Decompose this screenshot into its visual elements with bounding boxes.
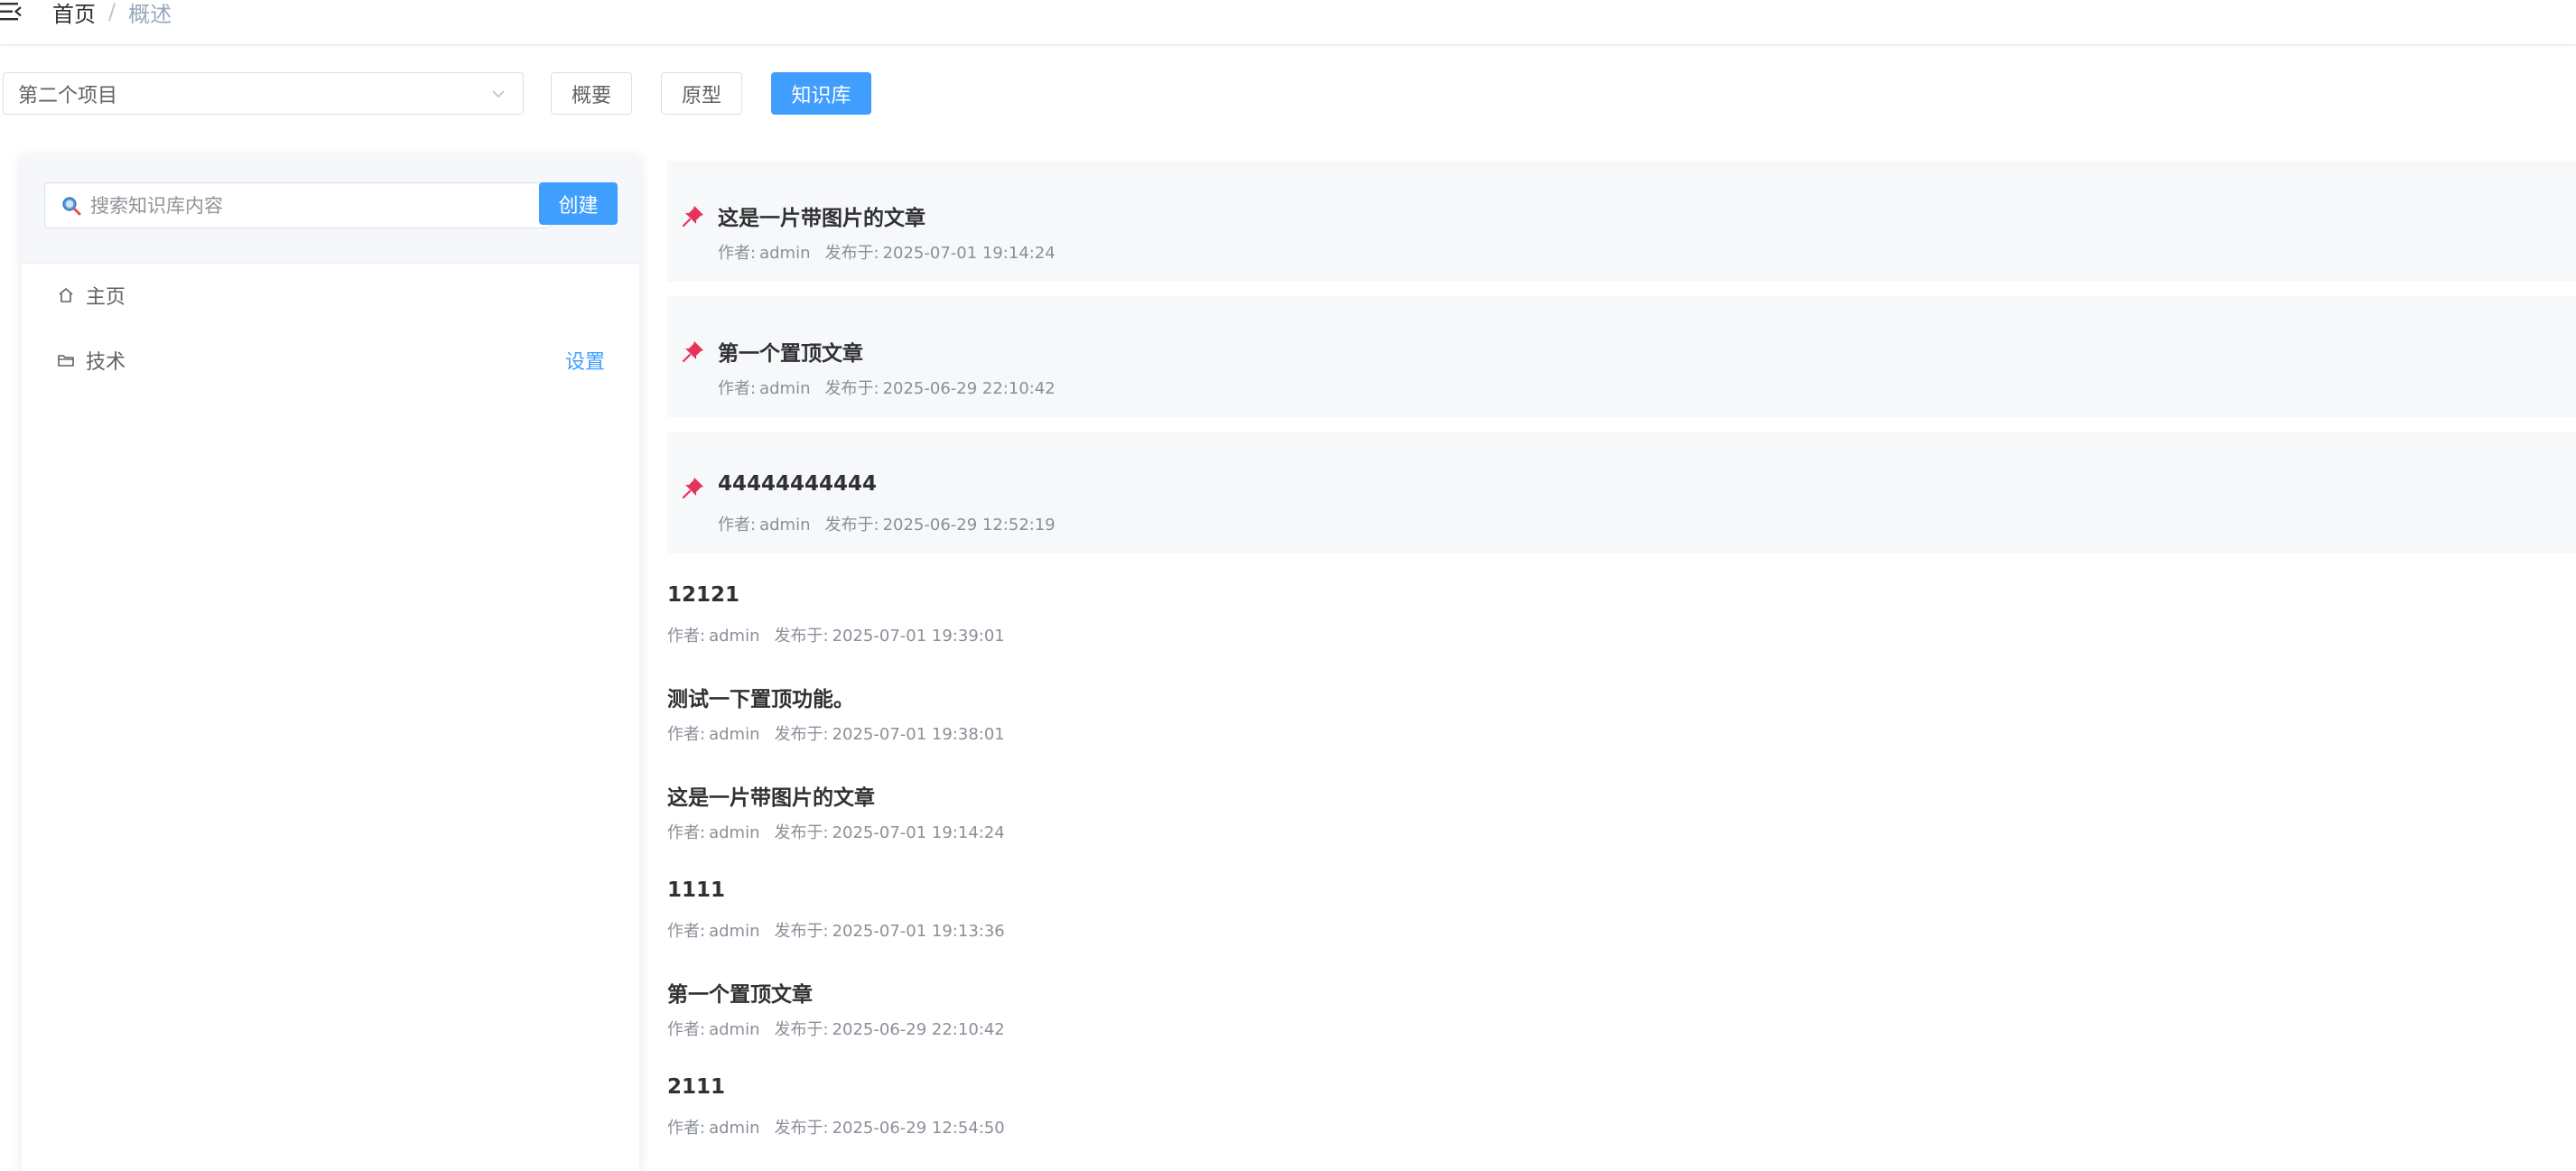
author-label: 作者: xyxy=(667,725,706,744)
settings-link[interactable]: 设置 xyxy=(565,346,605,375)
search-input[interactable] xyxy=(88,193,522,218)
prototype-button[interactable]: 原型 xyxy=(661,72,742,115)
pinned-article[interactable]: 这是一片带图片的文章 作者: admin 发布于: 2025-07-01 19:14:… xyxy=(667,161,2576,282)
author-label: 作者: xyxy=(667,1119,706,1138)
article-date: 2025-06-29 22:10:42 xyxy=(882,379,1056,398)
article-meta: 作者: admin 发布于: 2025-06-29 22:10:42 xyxy=(667,1017,1005,1040)
article-date: 2025-06-29 22:10:42 xyxy=(832,1020,1005,1039)
article-date: 2025-07-01 19:38:01 xyxy=(832,725,1005,744)
pin-icon xyxy=(682,341,703,363)
article-author: admin xyxy=(709,1119,760,1138)
sidebar-header: 创建 xyxy=(22,155,639,264)
pin-icon xyxy=(682,478,703,499)
article-title[interactable]: 这是一片带图片的文章 xyxy=(718,200,925,231)
knowledge-base-button[interactable]: 知识库 xyxy=(771,72,871,115)
sidebar-item-home[interactable]: 主页 xyxy=(22,268,639,322)
article-date: 2025-07-01 19:39:01 xyxy=(832,627,1005,646)
author-label: 作者: xyxy=(667,823,706,842)
chevron-down-icon xyxy=(492,90,505,98)
article-item[interactable]: 2111 作者: admin 发布于: 2025-06-29 12:54:50 xyxy=(667,1075,1751,1158)
breadcrumb: 首页 / 概述 xyxy=(52,0,172,27)
knowledge-sidebar: 创建 主页 技术 设置 xyxy=(22,155,639,1171)
article-title[interactable]: 第一个置顶文章 xyxy=(667,977,813,1008)
article-item[interactable]: 1111 作者: admin 发布于: 2025-07-01 19:13:36 xyxy=(667,878,1751,962)
article-meta: 作者: admin 发布于: 2025-07-01 19:14:24 xyxy=(667,820,1005,843)
article-date: 2025-07-01 19:14:24 xyxy=(882,244,1056,263)
article-title[interactable]: 这是一片带图片的文章 xyxy=(667,780,875,811)
published-label: 发布于: xyxy=(774,725,829,744)
article-meta: 作者: admin 发布于: 2025-07-01 19:13:36 xyxy=(667,918,1005,942)
project-select[interactable]: 第二个项目 xyxy=(3,72,524,115)
published-label: 发布于: xyxy=(774,1119,829,1138)
article-meta: 作者: admin 发布于: 2025-06-29 12:54:50 xyxy=(667,1115,1005,1138)
article-meta: 作者: admin 发布于: 2025-06-29 12:52:19 xyxy=(718,512,1056,535)
article-meta: 作者: admin 发布于: 2025-07-01 19:38:01 xyxy=(667,721,1005,745)
article-author: admin xyxy=(709,1020,760,1039)
article-meta: 作者: admin 发布于: 2025-07-01 19:39:01 xyxy=(667,623,1005,646)
article-title[interactable]: 1111 xyxy=(667,878,725,902)
project-select-value: 第二个项目 xyxy=(18,84,118,107)
published-label: 发布于: xyxy=(774,1020,829,1039)
overview-button[interactable]: 概要 xyxy=(551,72,632,115)
search-icon xyxy=(62,196,81,215)
article-title[interactable]: 44444444444 xyxy=(718,472,877,496)
published-label: 发布于: xyxy=(774,823,829,842)
article-title[interactable]: 第一个置顶文章 xyxy=(718,336,863,367)
breadcrumb-current: 概述 xyxy=(128,1,172,27)
article-date: 2025-07-01 19:13:36 xyxy=(832,922,1005,941)
article-author: admin xyxy=(709,823,760,842)
pinned-article[interactable]: 44444444444 作者: admin 发布于: 2025-06-29 12:52… xyxy=(667,432,2576,553)
article-author: admin xyxy=(709,922,760,941)
article-item[interactable]: 12121 作者: admin 发布于: 2025-07-01 19:39:01 xyxy=(667,583,1751,666)
article-author: admin xyxy=(709,725,760,744)
breadcrumb-separator: / xyxy=(108,0,116,24)
author-label: 作者: xyxy=(667,627,706,646)
article-author: admin xyxy=(759,516,811,534)
sidebar-item-tech[interactable]: 技术 设置 xyxy=(22,333,639,387)
create-button[interactable]: 创建 xyxy=(539,182,618,225)
top-navbar: 首页 / 概述 xyxy=(0,0,2576,45)
article-author: admin xyxy=(759,244,811,263)
sidebar-item-label: 主页 xyxy=(86,286,126,309)
published-label: 发布于: xyxy=(774,627,829,646)
article-date: 2025-06-29 12:54:50 xyxy=(832,1119,1005,1138)
author-label: 作者: xyxy=(718,244,757,263)
folder-icon xyxy=(58,355,74,367)
sidebar-item-label: 技术 xyxy=(86,351,126,374)
home-icon xyxy=(59,288,73,302)
menu-fold-icon[interactable] xyxy=(0,0,23,23)
author-label: 作者: xyxy=(718,379,757,398)
author-label: 作者: xyxy=(667,922,706,941)
article-meta: 作者: admin 发布于: 2025-07-01 19:14:24 xyxy=(718,240,1056,264)
author-label: 作者: xyxy=(718,516,757,534)
author-label: 作者: xyxy=(667,1020,706,1039)
article-author: admin xyxy=(759,379,811,398)
search-box[interactable] xyxy=(44,182,551,228)
published-label: 发布于: xyxy=(824,516,879,534)
article-author: admin xyxy=(709,627,760,646)
article-title[interactable]: 2111 xyxy=(667,1075,725,1099)
published-label: 发布于: xyxy=(824,244,879,263)
article-item[interactable]: 测试一下置顶功能。 作者: admin 发布于: 2025-07-01 19:38:0… xyxy=(667,682,1751,765)
article-title[interactable]: 测试一下置顶功能。 xyxy=(667,682,854,712)
article-item[interactable]: 这是一片带图片的文章 作者: admin 发布于: 2025-07-01 19:14:… xyxy=(667,780,1751,863)
article-title[interactable]: 12121 xyxy=(667,583,739,607)
pin-icon xyxy=(682,206,703,228)
breadcrumb-home[interactable]: 首页 xyxy=(52,0,96,28)
article-date: 2025-06-29 12:52:19 xyxy=(882,516,1056,534)
article-meta: 作者: admin 发布于: 2025-06-29 22:10:42 xyxy=(718,376,1056,399)
article-date: 2025-07-01 19:14:24 xyxy=(832,823,1005,842)
article-item[interactable]: 第一个置顶文章 作者: admin 发布于: 2025-06-29 22:10:42 xyxy=(667,977,1751,1060)
published-label: 发布于: xyxy=(824,379,879,398)
pinned-article[interactable]: 第一个置顶文章 作者: admin 发布于: 2025-06-29 22:10:42 xyxy=(667,296,2576,417)
published-label: 发布于: xyxy=(774,922,829,941)
